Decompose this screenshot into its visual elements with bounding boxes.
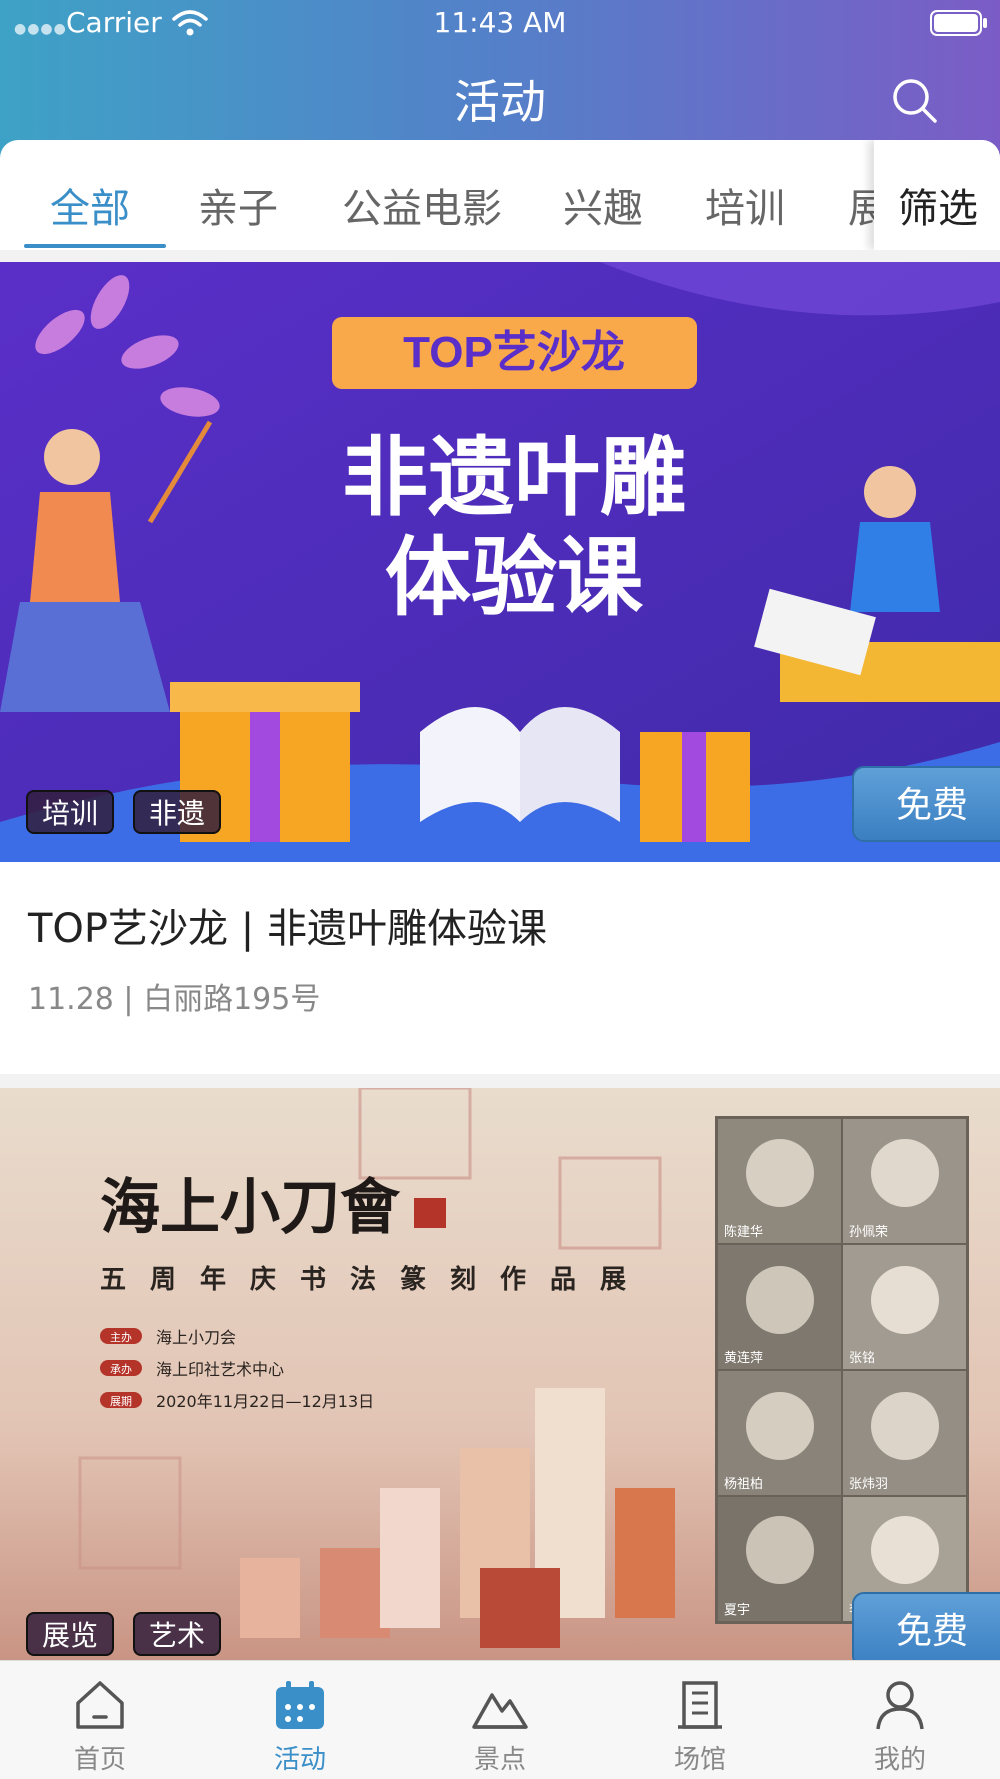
bottom-tab-bar: 首页 活动 景点 场馆 我的 bbox=[0, 1660, 1000, 1779]
exhibition-subtitle: 五周年庆书法篆刻作品展 bbox=[100, 1264, 650, 1295]
filter-button[interactable]: 筛选 bbox=[874, 140, 1000, 250]
artist-name: 陈建华 bbox=[724, 1224, 763, 1240]
tabbar-item-scenic[interactable]: 景点 bbox=[400, 1661, 600, 1779]
artist-name: 杨祖柏 bbox=[724, 1477, 763, 1492]
price-badge: 免费 bbox=[852, 766, 1000, 842]
artist-name: 夏宇 bbox=[724, 1603, 750, 1618]
tag-training: 培训 bbox=[26, 790, 115, 834]
activity-title[interactable]: TOP艺沙龙 | 非遗叶雕体验课 bbox=[28, 896, 547, 954]
tab-active-indicator bbox=[24, 244, 166, 248]
user-icon bbox=[876, 1681, 924, 1730]
tabbar-item-venue[interactable]: 场馆 bbox=[600, 1661, 800, 1779]
tab-training[interactable]: 培训 bbox=[705, 176, 785, 234]
exhibition-title: 海上小刀會 bbox=[100, 1173, 401, 1243]
tag-art: 艺术 bbox=[133, 1612, 222, 1656]
tab-family[interactable]: 亲子 bbox=[198, 176, 278, 234]
artist-name: 黄连萍 bbox=[724, 1350, 763, 1366]
banner-headline-line2: 体验课 bbox=[385, 528, 644, 628]
tab-all[interactable]: 全部 bbox=[50, 176, 130, 234]
activity-card[interactable]: 海上小刀會 五周年庆书法篆刻作品展 主办 海上小刀会 承办 海上印社艺术中心 展… bbox=[0, 1088, 1000, 1668]
banner-badge-text: TOP艺沙龙 bbox=[403, 328, 625, 377]
building-icon bbox=[678, 1681, 722, 1729]
activity-card[interactable]: TOP艺沙龙 非遗叶雕 体验课 培训 非遗 免费 TOP艺沙龙 | 非遗叶雕体验… bbox=[0, 262, 1000, 1074]
tabbar-item-home[interactable]: 首页 bbox=[0, 1661, 200, 1779]
banner-headline-line1: 非遗叶雕 bbox=[342, 428, 686, 528]
tabbar-item-mine[interactable]: 我的 bbox=[800, 1661, 1000, 1779]
page-title: 活动 bbox=[454, 75, 546, 129]
tabbar-label: 景点 bbox=[473, 1745, 526, 1775]
category-tabs: 全部 亲子 公益电影 兴趣 培训 展 筛选 bbox=[0, 140, 1000, 250]
exhibition-dates: 2020年11月22日—12月13日 bbox=[156, 1392, 374, 1411]
banner-illustration: TOP艺沙龙 非遗叶雕 体验课 bbox=[0, 262, 1000, 862]
calendar-icon bbox=[276, 1681, 324, 1729]
tag-intangible-heritage: 非遗 bbox=[133, 790, 222, 834]
artist-name: 张炜羽 bbox=[849, 1477, 888, 1492]
filter-label: 筛选 bbox=[898, 186, 978, 232]
artist-name: 张铭 bbox=[849, 1351, 875, 1366]
tabbar-label: 首页 bbox=[73, 1745, 126, 1775]
tabbar-label: 场馆 bbox=[673, 1745, 726, 1775]
tabbar-item-activity[interactable]: 活动 bbox=[200, 1661, 400, 1779]
battery-icon bbox=[930, 10, 987, 36]
organizer-name: 海上印社艺术中心 bbox=[156, 1360, 284, 1379]
activity-banner-image: 海上小刀會 五周年庆书法篆刻作品展 主办 海上小刀会 承办 海上印社艺术中心 展… bbox=[0, 1088, 1000, 1660]
tabbar-label: 我的 bbox=[873, 1745, 926, 1775]
host-name: 海上小刀会 bbox=[156, 1328, 236, 1347]
host-label: 主办 bbox=[110, 1331, 132, 1344]
tab-charity-film[interactable]: 公益电影 bbox=[342, 176, 502, 234]
home-icon bbox=[76, 1681, 124, 1729]
organizer-label: 承办 bbox=[110, 1363, 132, 1376]
date-label: 展期 bbox=[110, 1395, 132, 1408]
tabbar-label: 活动 bbox=[273, 1745, 326, 1775]
search-icon[interactable] bbox=[890, 76, 940, 126]
activity-meta: 11.28 | 白丽路195号 bbox=[28, 982, 321, 1017]
status-bar: ●●●● Carrier 11:43 AM bbox=[0, 0, 1000, 46]
mountain-icon bbox=[472, 1693, 528, 1729]
tag-exhibition: 展览 bbox=[26, 1612, 115, 1656]
artist-name: 孙佩荣 bbox=[849, 1225, 888, 1240]
header: ●●●● Carrier 11:43 AM 活动 bbox=[0, 0, 1000, 160]
price-badge: 免费 bbox=[852, 1592, 1000, 1668]
activity-banner-image: TOP艺沙龙 非遗叶雕 体验课 bbox=[0, 262, 1000, 862]
banner-illustration: 海上小刀會 五周年庆书法篆刻作品展 主办 海上小刀会 承办 海上印社艺术中心 展… bbox=[0, 1088, 1000, 1660]
status-time: 11:43 AM bbox=[433, 6, 567, 39]
tab-interest[interactable]: 兴趣 bbox=[563, 176, 643, 234]
